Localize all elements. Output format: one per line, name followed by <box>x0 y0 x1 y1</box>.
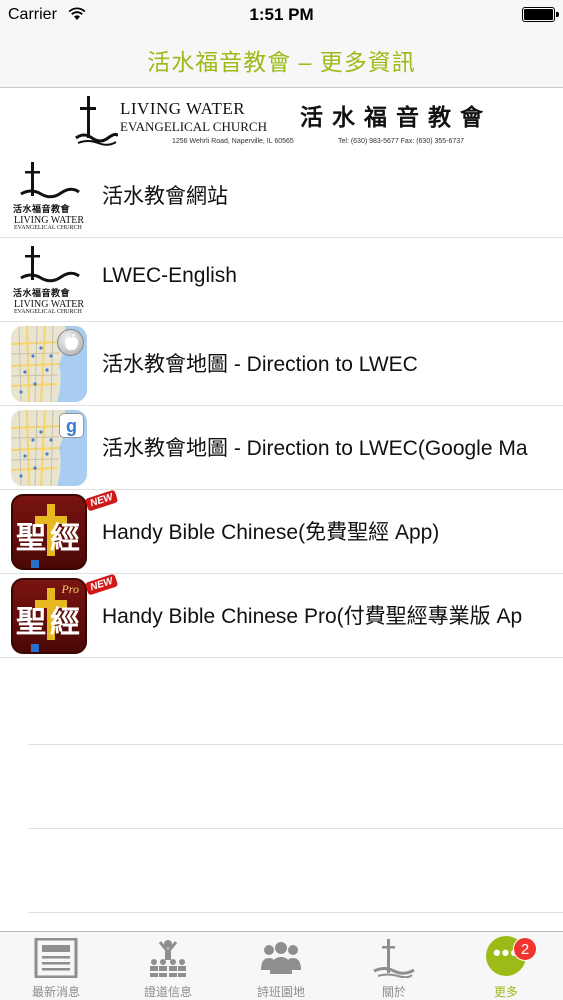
navigation-bar: 活水福音教會 – 更多資訊 <box>0 30 563 88</box>
list-item-apple-maps-direction[interactable]: 活水教會地圖 - Direction to LWEC <box>0 322 563 406</box>
choir-icon <box>261 942 301 974</box>
google-maps-icon: g <box>11 410 87 486</box>
apple-maps-icon <box>11 326 87 402</box>
church-logo-icon: 活水福音教會 LIVING WATER EVANGELICAL CHURCH <box>11 242 87 318</box>
tab-choir[interactable]: 詩班園地 <box>225 932 337 1000</box>
list-item-label: Handy Bible Chinese(免費聖經 App) <box>102 521 440 544</box>
church-logo-icon <box>75 96 118 146</box>
tab-latest-news[interactable]: 最新消息 <box>0 932 112 1000</box>
banner-church-subname: EVANGELICAL CHURCH <box>120 119 267 134</box>
tab-more[interactable]: ••• 2 更多 <box>450 932 562 1000</box>
status-time: 1:51 PM <box>249 5 314 24</box>
banner-church-name: LIVING WATER <box>120 99 246 118</box>
church-logo-icon: 活水福音教會 LIVING WATER EVANGELICAL CHURCH <box>11 158 87 234</box>
tab-label: 詩班園地 <box>256 985 305 999</box>
new-badge: NEW <box>84 574 119 596</box>
status-bar: Carrier 1:51 PM <box>0 0 563 30</box>
empty-row-divider <box>28 828 563 829</box>
list-item-handy-bible-pro[interactable]: 聖經 Pro NEW Handy Bible Chinese Pro(付費聖經專… <box>0 574 563 658</box>
banner-address: 1256 Wehrli Road, Naperville, IL 60565 <box>172 138 294 145</box>
banner-chinese-name: 活水福音教會 <box>300 104 492 131</box>
tab-label: 更多 <box>493 985 518 999</box>
list-item-label: Handy Bible Chinese Pro(付費聖經專業版 Ap <box>102 605 523 628</box>
notification-badge: 2 <box>513 937 537 961</box>
list-item-lwec-english[interactable]: 活水福音教會 LIVING WATER EVANGELICAL CHURCH L… <box>0 238 563 322</box>
list-item-label: 活水教會網站 <box>102 185 228 208</box>
empty-row-divider <box>28 744 563 745</box>
bible-app-icon: 聖經 <box>11 494 87 570</box>
list-item-church-website[interactable]: 活水福音教會 LIVING WATER EVANGELICAL CHURCH 活… <box>0 154 563 238</box>
page-title: 活水福音教會 – 更多資訊 <box>147 49 416 75</box>
church-cross-icon <box>373 939 415 978</box>
list-item-label: 活水教會地圖 - Direction to LWEC <box>102 353 418 376</box>
list-item-label: 活水教會地圖 - Direction to LWEC(Google Ma <box>102 437 528 460</box>
bible-pro-app-icon: 聖經 Pro <box>11 578 87 654</box>
battery-icon <box>522 7 559 22</box>
tab-label: 最新消息 <box>31 985 80 999</box>
sermon-icon <box>150 940 186 977</box>
banner-phone: Tel: (630) 983-5677 Fax: (630) 355-6737 <box>338 138 465 145</box>
empty-row-divider <box>28 912 563 913</box>
tab-label: 關於 <box>381 985 406 999</box>
new-badge: NEW <box>84 490 119 512</box>
apple-logo-icon <box>57 329 84 356</box>
tab-bar: 最新消息 證道信息 詩班園地 關於 ••• 2 更多 <box>0 931 563 1000</box>
tab-sermons[interactable]: 證道信息 <box>112 932 224 1000</box>
newspaper-icon <box>34 938 78 978</box>
list-item-google-maps-direction[interactable]: g 活水教會地圖 - Direction to LWEC(Google Ma <box>0 406 563 490</box>
church-banner: LIVING WATER EVANGELICAL CHURCH 活水福音教會 1… <box>0 88 563 154</box>
tab-about[interactable]: 關於 <box>338 932 450 1000</box>
more-info-list: 活水福音教會 LIVING WATER EVANGELICAL CHURCH 活… <box>0 154 563 658</box>
list-item-label: LWEC-English <box>102 264 237 287</box>
tab-label: 證道信息 <box>143 985 192 999</box>
google-logo-icon: g <box>59 413 84 438</box>
list-item-handy-bible[interactable]: 聖經 NEW Handy Bible Chinese(免費聖經 App) <box>0 490 563 574</box>
